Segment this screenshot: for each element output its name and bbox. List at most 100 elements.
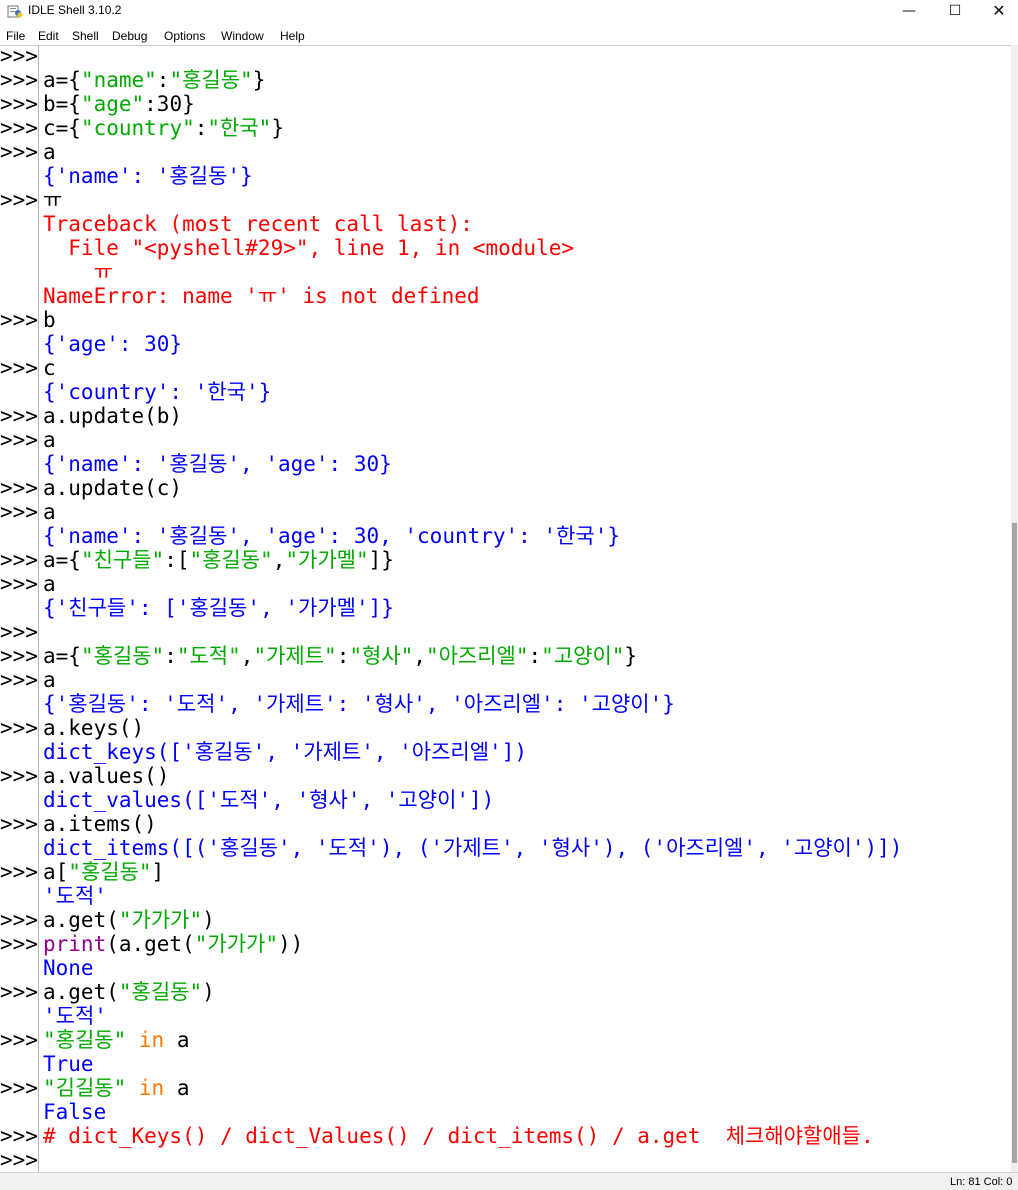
token-txt: a.values(): [43, 764, 170, 788]
token-str: "홍길동": [80, 644, 165, 668]
line-text: # dict_Keys() / dict_Values() / dict_ite…: [43, 1124, 874, 1148]
menu-help[interactable]: Help: [280, 29, 305, 43]
line-text: True: [43, 1052, 94, 1076]
token-out: {'홍길동': '도적', '가제트': '형사', '아즈리엘': '고양이'…: [43, 692, 675, 716]
token-out: '도적': [43, 884, 107, 908]
line-text: dict_values(['도적', '형사', '고양이']): [43, 788, 494, 812]
token-txt: b={: [43, 92, 81, 116]
token-txt: }: [271, 116, 284, 140]
menu-bar: File Edit Shell Debug Options Window Hel…: [0, 26, 1018, 46]
line-text: c: [43, 356, 56, 380]
line-text: a: [43, 572, 56, 596]
prompt-marker: >>>: [0, 812, 38, 836]
line-text: '도적': [43, 1004, 107, 1028]
token-txt: ㅠ: [43, 188, 63, 212]
token-txt: :: [164, 644, 177, 668]
line-text: {'name': '홍길동'}: [43, 164, 253, 188]
menu-debug[interactable]: Debug: [112, 29, 147, 43]
token-str: "홍길동": [68, 860, 152, 884]
menu-edit[interactable]: Edit: [38, 29, 59, 43]
status-bar: Ln: 81 Col: 0: [0, 1172, 1018, 1190]
token-txt: :: [336, 644, 350, 668]
token-err: Traceback (most recent call last):: [43, 212, 473, 236]
line-text: dict_keys(['홍길동', '가제트', '아즈리엘']): [43, 740, 527, 764]
token-txt: ]: [151, 860, 165, 884]
token-out: True: [43, 1052, 94, 1076]
token-str: "홍길동": [189, 548, 273, 572]
line-text: b: [43, 308, 56, 332]
token-txt: a={: [43, 644, 81, 668]
line-text: a: [43, 668, 56, 692]
prompt-marker: >>>: [0, 716, 38, 740]
prompt-marker: >>>: [0, 1124, 38, 1148]
menu-options[interactable]: Options: [164, 29, 205, 43]
token-txt: c: [43, 356, 56, 380]
token-txt: }: [624, 644, 638, 668]
token-txt: a: [43, 428, 56, 452]
scrollbar-thumb[interactable]: [1012, 523, 1017, 1163]
prompt-marker: >>>: [0, 980, 38, 1004]
prompt-marker: >>>: [0, 45, 38, 68]
prompt-marker: >>>: [0, 116, 38, 140]
line-text: {'age': 30}: [43, 332, 182, 356]
token-bi: print: [43, 932, 107, 956]
token-txt: a={: [43, 68, 81, 92]
line-text: b={"age":30}: [43, 92, 195, 116]
cursor-position: Ln: 81 Col: 0: [950, 1176, 1013, 1188]
prompt-marker: >>>: [0, 188, 38, 212]
line-text: dict_items([('홍길동', '도적'), ('가제트', '형사')…: [43, 836, 902, 860]
menu-shell[interactable]: Shell: [72, 29, 99, 43]
line-text: File "<pyshell#29>", line 1, in <module>: [43, 236, 574, 260]
line-text: {'name': '홍길동', 'age': 30, 'country': '한…: [43, 524, 620, 548]
token-txt: :[: [164, 548, 190, 572]
token-txt: (a.get(: [106, 932, 195, 956]
token-txt: ,: [413, 644, 426, 668]
line-text: a["홍길동"]: [43, 860, 164, 884]
prompt-marker: >>>: [0, 1148, 38, 1172]
line-text: a: [43, 140, 56, 164]
line-text: NameError: name 'ㅠ' is not defined: [43, 284, 480, 308]
shell-text-area[interactable]: >>> >>> a={"name":"홍길동"} >>> b={"age":30} >>>…: [0, 45, 1011, 1173]
token-out: dict_keys(['홍길동', '가제트', '아즈리엘']): [43, 740, 527, 764]
token-txt: a: [164, 1028, 190, 1052]
token-txt: a: [43, 668, 56, 692]
token-str: "age": [80, 92, 145, 116]
prompt-marker: >>>: [0, 476, 38, 500]
token-txt: ): [202, 908, 215, 932]
prompt-marker: >>>: [0, 356, 38, 380]
token-txt: }: [252, 68, 266, 92]
line-text: {'name': '홍길동', 'age': 30}: [43, 452, 392, 476]
line-text: a: [43, 428, 56, 452]
prompt-marker: >>>: [0, 92, 38, 116]
prompt-marker: >>>: [0, 932, 38, 956]
line-text: a.get("홍길동"): [43, 980, 215, 1004]
minimize-button[interactable]: —: [886, 0, 932, 22]
token-str: "형사": [349, 644, 414, 668]
token-str: "김길동": [43, 1076, 127, 1100]
token-str: "country": [80, 116, 195, 140]
vertical-scrollbar[interactable]: [1011, 45, 1018, 1172]
token-err: # dict_Keys() / dict_Values() / dict_ite…: [43, 1124, 874, 1148]
line-text: {'친구들': ['홍길동', '가가멜']}: [43, 596, 394, 620]
token-kw: in: [138, 1028, 165, 1052]
title-bar: IDLE Shell 3.10.2 — ☐ ✕: [0, 0, 1018, 22]
menu-file[interactable]: File: [6, 29, 25, 43]
close-button[interactable]: ✕: [976, 0, 1018, 22]
menu-window[interactable]: Window: [221, 29, 264, 43]
prompt-marker: >>>: [0, 1076, 38, 1100]
token-txt: ,: [240, 644, 254, 668]
token-txt: a: [43, 140, 56, 164]
token-out: None: [43, 956, 94, 980]
token-str: "name": [80, 68, 157, 92]
token-out: dict_items([('홍길동', '도적'), ('가제트', '형사')…: [43, 836, 903, 860]
token-txt: a.update(c): [43, 476, 183, 500]
token-str: "가가가": [118, 908, 203, 932]
token-kw: in: [138, 1076, 165, 1100]
token-str: "가가가": [194, 932, 278, 956]
maximize-button[interactable]: ☐: [932, 0, 978, 22]
token-out: {'name': '홍길동'}: [43, 164, 253, 188]
prompt-marker: >>>: [0, 140, 38, 164]
token-str: "홍길동": [43, 1028, 127, 1052]
